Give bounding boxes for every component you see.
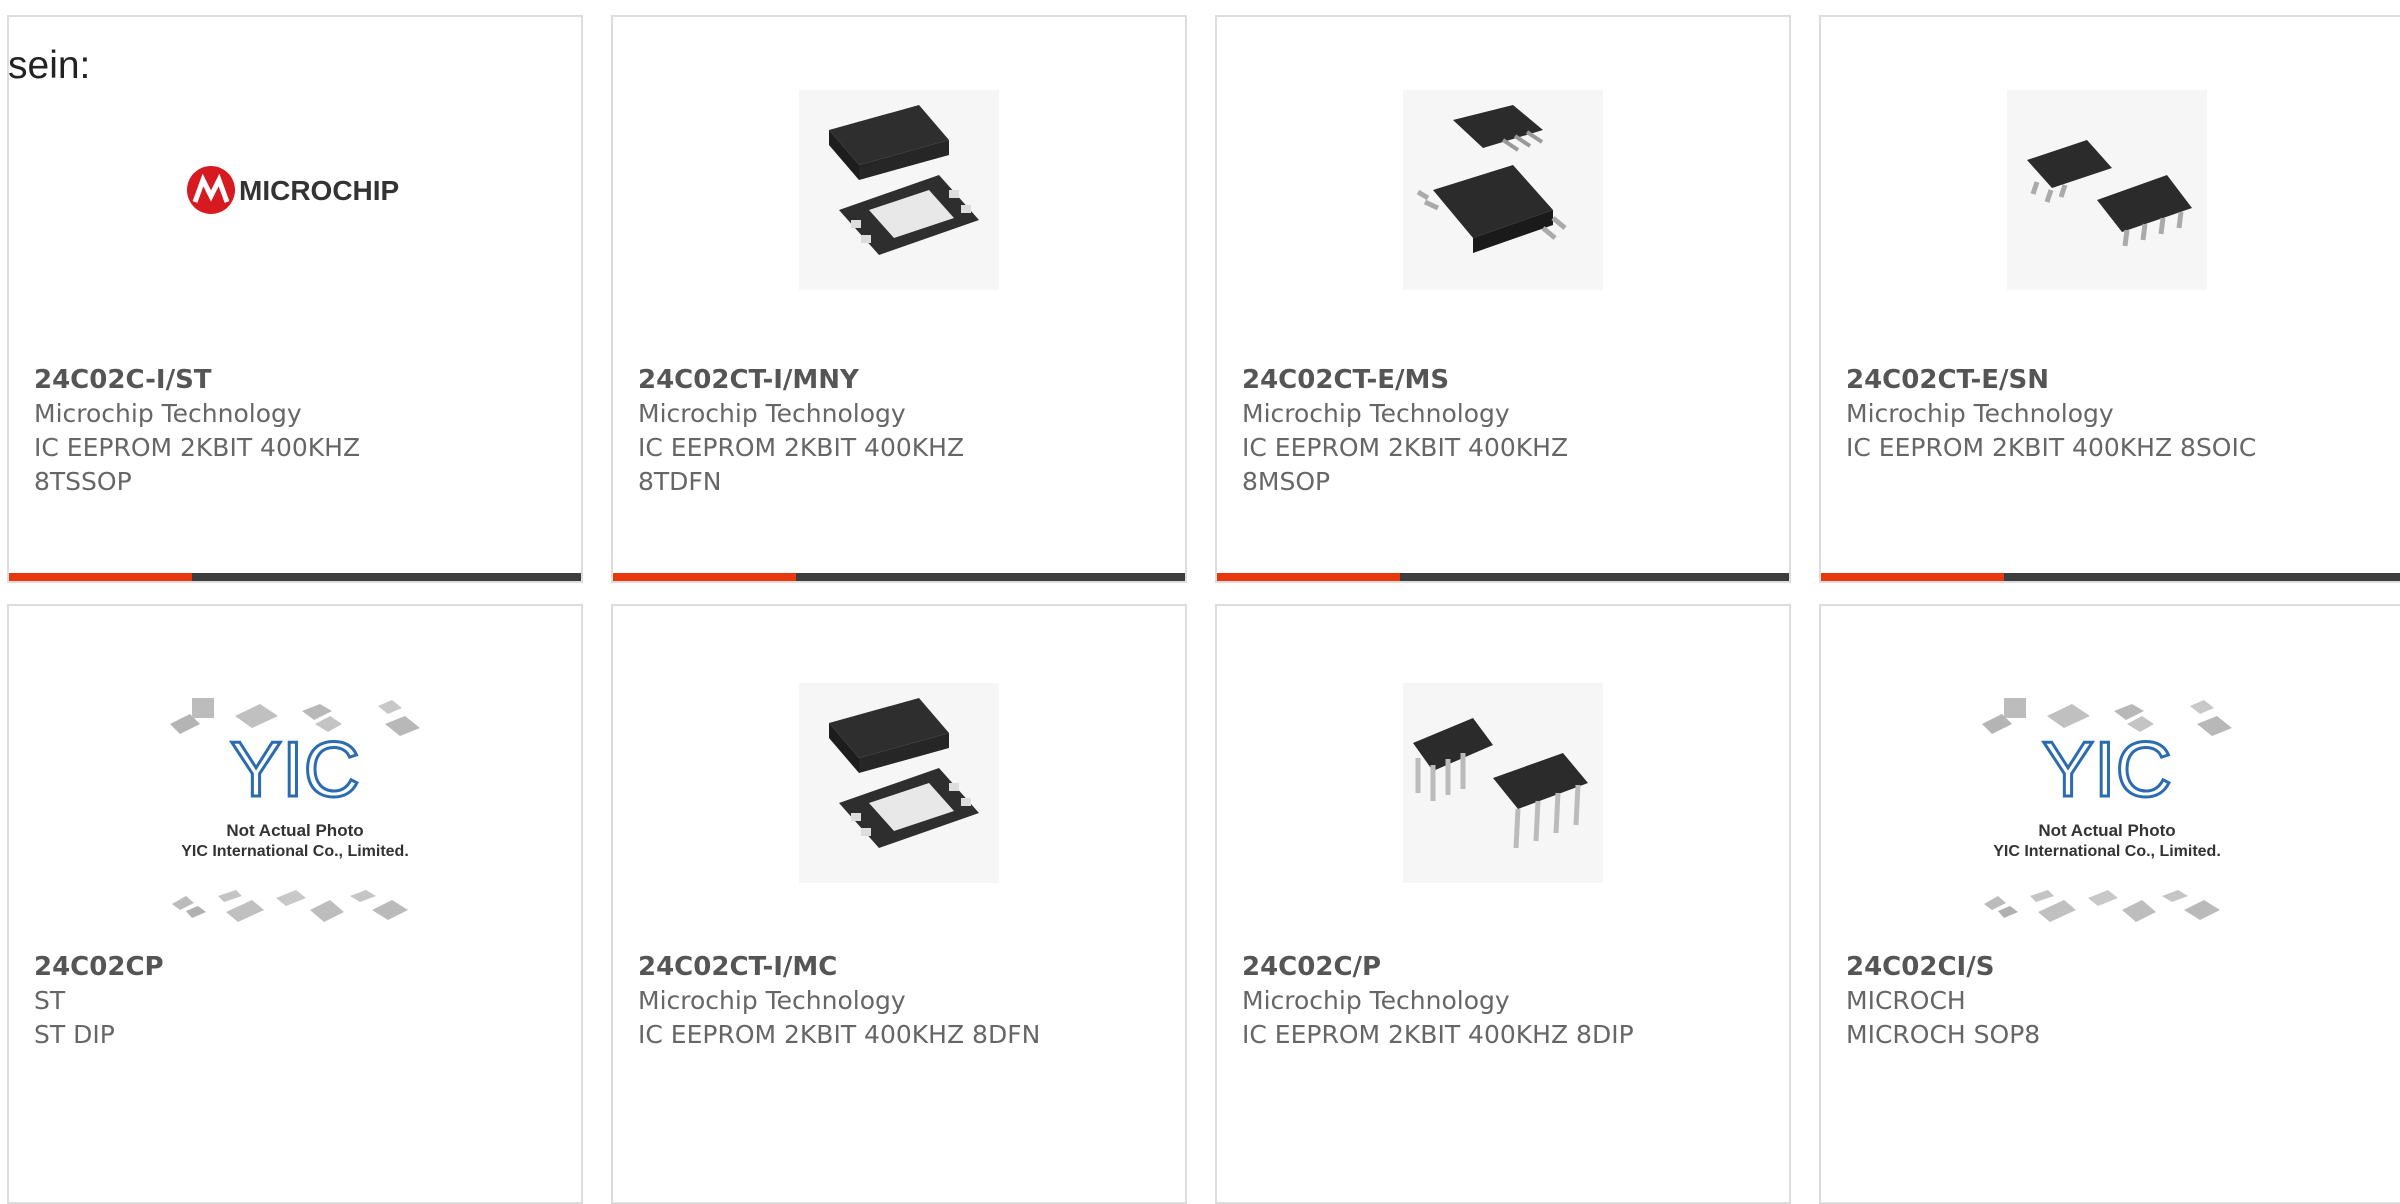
manufacturer: MICROCH (1846, 986, 1966, 1015)
svg-text:YIC International Co., Limited: YIC International Co., Limited. (181, 843, 409, 860)
part-number[interactable]: 24C02C/P (1242, 950, 1769, 984)
product-image[interactable]: MICROCHIP (9, 81, 581, 299)
description: IC EEPROM 2KBIT 400KHZ 8DIP (1242, 1020, 1634, 1049)
dfn-chip-icon (799, 90, 999, 290)
description: IC EEPROM 2KBIT 400KHZ 8SOIC (1846, 433, 2257, 462)
manufacturer: Microchip Technology (638, 399, 906, 428)
svg-text:Not Actual Photo: Not Actual Photo (226, 821, 363, 840)
manufacturer: Microchip Technology (34, 399, 302, 428)
yic-placeholder-icon: YIC Not Actual Photo YIC International C… (170, 698, 420, 922)
product-grid: MICROCHIP 24C02C-I/ST Microchip Technolo… (0, 0, 2400, 1204)
part-number[interactable]: 24C02CT-E/SN (1846, 363, 2387, 397)
card-bar (613, 573, 1185, 581)
product-image[interactable]: YIC Not Actual Photo YIC International C… (9, 696, 581, 936)
svg-text:YIC International Co., Limited: YIC International Co., Limited. (1993, 843, 2221, 860)
product-image[interactable]: YIC Not Actual Photo YIC International C… (1821, 696, 2393, 936)
card-bar (1217, 573, 1789, 581)
description: IC EEPROM 2KBIT 400KHZ (638, 433, 965, 462)
product-image[interactable] (1217, 81, 1789, 299)
product-card[interactable]: 24C02CT-E/MS Microchip Technology IC EEP… (1215, 15, 1791, 583)
svg-text:MICROCHIP: MICROCHIP (239, 175, 399, 206)
svg-text:YIC: YIC (2042, 725, 2172, 813)
product-card[interactable]: 24C02C/P Microchip Technology IC EEPROM … (1215, 604, 1791, 1204)
manufacturer: ST (34, 986, 66, 1015)
intro-text: sein: (8, 44, 91, 87)
manufacturer: Microchip Technology (638, 986, 906, 1015)
part-number[interactable]: 24C02CP (34, 950, 561, 984)
product-card[interactable]: 24C02CT-I/MC Microchip Technology IC EEP… (611, 604, 1187, 1204)
manufacturer: Microchip Technology (1846, 399, 2114, 428)
product-card[interactable]: MICROCHIP 24C02C-I/ST Microchip Technolo… (7, 15, 583, 583)
part-number[interactable]: 24C02CT-I/MC (638, 950, 1165, 984)
svg-text:Not Actual Photo: Not Actual Photo (2038, 821, 2175, 840)
description: IC EEPROM 2KBIT 400KHZ (1242, 433, 1569, 462)
description: ST DIP (34, 1020, 115, 1049)
part-number[interactable]: 24C02CT-I/MNY (638, 363, 1165, 397)
product-image[interactable] (1217, 674, 1789, 892)
manufacturer: Microchip Technology (1242, 399, 1510, 428)
svg-text:YIC: YIC (230, 725, 360, 813)
product-card[interactable]: YIC Not Actual Photo YIC International C… (7, 604, 583, 1204)
description: IC EEPROM 2KBIT 400KHZ (34, 433, 361, 462)
product-image[interactable] (613, 674, 1185, 892)
description-cont: 8TSSOP (34, 467, 132, 496)
dfn-chip-icon (799, 683, 999, 883)
card-bar (1821, 573, 2400, 581)
yic-placeholder-icon: YIC Not Actual Photo YIC International C… (1982, 698, 2232, 922)
product-card[interactable]: 24C02CT-E/SN Microchip Technology IC EEP… (1819, 15, 2400, 583)
product-image[interactable] (613, 81, 1185, 299)
part-number[interactable]: 24C02CT-E/MS (1242, 363, 1769, 397)
product-card[interactable]: 24C02CT-I/MNY Microchip Technology IC EE… (611, 15, 1187, 583)
msop-chip-icon (1403, 90, 1603, 290)
microchip-logo-icon: MICROCHIP (187, 166, 399, 214)
part-number[interactable]: 24C02C-I/ST (34, 363, 561, 397)
manufacturer: Microchip Technology (1242, 986, 1510, 1015)
description-cont: 8MSOP (1242, 467, 1331, 496)
description: MICROCH SOP8 (1846, 1020, 2041, 1049)
description-cont: 8TDFN (638, 467, 722, 496)
card-bar (9, 573, 581, 581)
dip-chip-icon (1403, 683, 1603, 883)
product-image[interactable] (1821, 81, 2393, 299)
soic-chip-icon (2007, 90, 2207, 290)
part-number[interactable]: 24C02CI/S (1846, 950, 2387, 984)
description: IC EEPROM 2KBIT 400KHZ 8DFN (638, 1020, 1041, 1049)
product-card[interactable]: YIC Not Actual Photo YIC International C… (1819, 604, 2400, 1204)
